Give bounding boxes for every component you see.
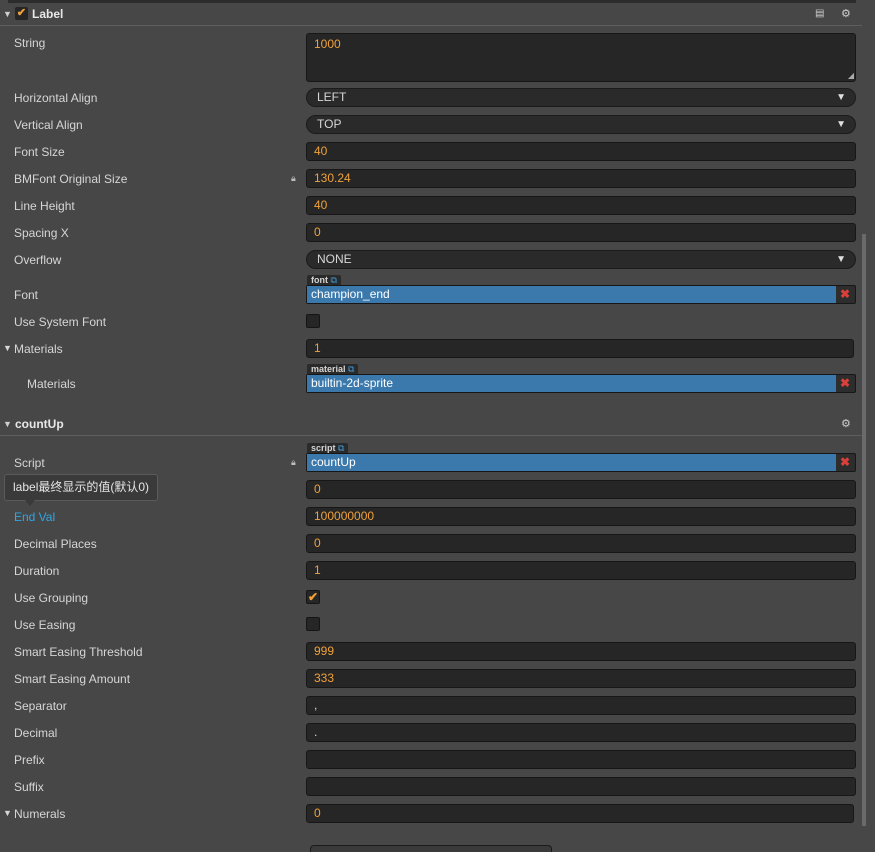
use-grouping-checkbox[interactable]: ✔ [306, 590, 320, 604]
materials-tri-icon[interactable]: ▼ [3, 343, 12, 353]
line-height-label: Line Height [14, 199, 75, 213]
use-easing-label: Use Easing [14, 618, 76, 632]
end-val-input[interactable]: 100000000 [306, 507, 856, 526]
countup-component-title: countUp [15, 417, 64, 431]
label-component-header[interactable]: ▼ ✔ Label ▤ ⚙ [0, 3, 862, 25]
numerals-label: Numerals [14, 807, 66, 821]
spacing-x-label: Spacing X [14, 226, 69, 240]
script-asset-tag: script ⧉ [307, 443, 349, 453]
remove-material-icon[interactable]: ✖ [837, 375, 853, 392]
material-asset-tag: material ⧉ [307, 364, 359, 374]
remove-script-icon[interactable]: ✖ [837, 454, 853, 471]
duration-input[interactable]: 1 [306, 561, 856, 580]
settings-gear-icon[interactable]: ⚙ [841, 417, 851, 430]
script-tag-text: script [311, 443, 336, 453]
horizontal-align-label: Horizontal Align [14, 91, 98, 105]
vertical-align-label: Vertical Align [14, 118, 83, 132]
string-value: 1000 [314, 37, 341, 51]
decimal-places-label: Decimal Places [14, 537, 97, 551]
section-divider [0, 25, 862, 26]
string-textarea[interactable]: 1000 ◢ [306, 33, 856, 82]
suffix-label: Suffix [14, 780, 44, 794]
separator-label: Separator [14, 699, 67, 713]
dropdown-arrow-icon: ▼ [836, 254, 846, 265]
use-grouping-label: Use Grouping [14, 591, 89, 605]
section-divider [0, 435, 862, 436]
material-asset-field[interactable]: builtin-2d-sprite ✖ [306, 374, 856, 393]
script-label: Script [14, 456, 45, 470]
string-label: String [14, 36, 46, 50]
decimal-input[interactable]: . [306, 723, 856, 742]
inspector-scrollbar[interactable] [862, 234, 866, 826]
vertical-align-select[interactable]: TOP ▼ [306, 115, 856, 134]
use-system-font-checkbox[interactable] [306, 314, 320, 328]
start-val-input[interactable]: 0 [306, 480, 856, 499]
horizontal-align-value: LEFT [317, 90, 347, 104]
start-val-tooltip: label最终显示的值(默认0) [4, 474, 158, 506]
font-tag-text: font [311, 275, 328, 285]
materials-label: Materials [14, 342, 63, 356]
smart-easing-threshold-label: Smart Easing Threshold [14, 645, 143, 659]
help-book-icon[interactable]: ▤ [815, 8, 824, 19]
lock-icon: 🔒︎ [291, 173, 296, 183]
external-link-icon[interactable]: ⧉ [338, 443, 344, 453]
prefix-label: Prefix [14, 753, 45, 767]
decimal-label: Decimal [14, 726, 58, 740]
script-asset-field: countUp ✖ [306, 453, 856, 472]
settings-gear-icon[interactable]: ⚙ [841, 7, 851, 20]
countup-component-header[interactable]: ▼ countUp ⚙ [0, 413, 862, 435]
overflow-value: NONE [317, 252, 352, 266]
enable-checkbox[interactable]: ✔ [15, 7, 28, 20]
end-val-label: End Val [14, 510, 56, 524]
vertical-align-value: TOP [317, 117, 342, 131]
prefix-input[interactable] [306, 750, 856, 769]
script-asset-name: countUp [307, 454, 836, 471]
materials-item-label: Materials [27, 377, 76, 391]
collapse-triangle-icon[interactable]: ▼ [3, 9, 12, 19]
font-size-input[interactable]: 40 [306, 142, 856, 161]
remove-font-icon[interactable]: ✖ [837, 286, 853, 303]
lock-icon: 🔒︎ [291, 457, 296, 467]
dropdown-arrow-icon: ▼ [836, 119, 846, 130]
smart-easing-amount-label: Smart Easing Amount [14, 672, 131, 686]
label-component-title: Label [32, 7, 64, 21]
numerals-tri-icon[interactable]: ▼ [3, 808, 12, 818]
material-asset-name: builtin-2d-sprite [307, 375, 836, 392]
numerals-count-input[interactable]: 0 [306, 804, 854, 823]
resize-handle-icon[interactable]: ◢ [848, 72, 854, 80]
material-tag-text: material [311, 364, 346, 374]
smart-easing-amount-input[interactable]: 333 [306, 669, 856, 688]
font-asset-field[interactable]: champion_end ✖ [306, 285, 856, 304]
decimal-places-input[interactable]: 0 [306, 534, 856, 553]
font-asset-name: champion_end [307, 286, 836, 303]
duration-label: Duration [14, 564, 60, 578]
bmfont-original-size-label: BMFont Original Size [14, 172, 128, 186]
font-label: Font [14, 288, 39, 302]
collapse-triangle-icon[interactable]: ▼ [3, 419, 12, 429]
external-link-icon[interactable]: ⧉ [348, 364, 354, 374]
materials-count-input[interactable]: 1 [306, 339, 854, 358]
overflow-label: Overflow [14, 253, 62, 267]
use-easing-checkbox[interactable] [306, 617, 320, 631]
overflow-select[interactable]: NONE ▼ [306, 250, 856, 269]
external-link-icon[interactable]: ⧉ [331, 275, 337, 285]
separator-input[interactable]: , [306, 696, 856, 715]
use-system-font-label: Use System Font [14, 315, 107, 329]
line-height-input[interactable]: 40 [306, 196, 856, 215]
spacing-x-input[interactable]: 0 [306, 223, 856, 242]
horizontal-align-select[interactable]: LEFT ▼ [306, 88, 856, 107]
bmfont-original-size-input: 130.24 [306, 169, 856, 188]
dropdown-arrow-icon: ▼ [836, 92, 846, 103]
font-asset-tag: font ⧉ [307, 275, 341, 285]
smart-easing-threshold-input[interactable]: 999 [306, 642, 856, 661]
font-size-label: Font Size [14, 145, 65, 159]
suffix-input[interactable] [306, 777, 856, 796]
